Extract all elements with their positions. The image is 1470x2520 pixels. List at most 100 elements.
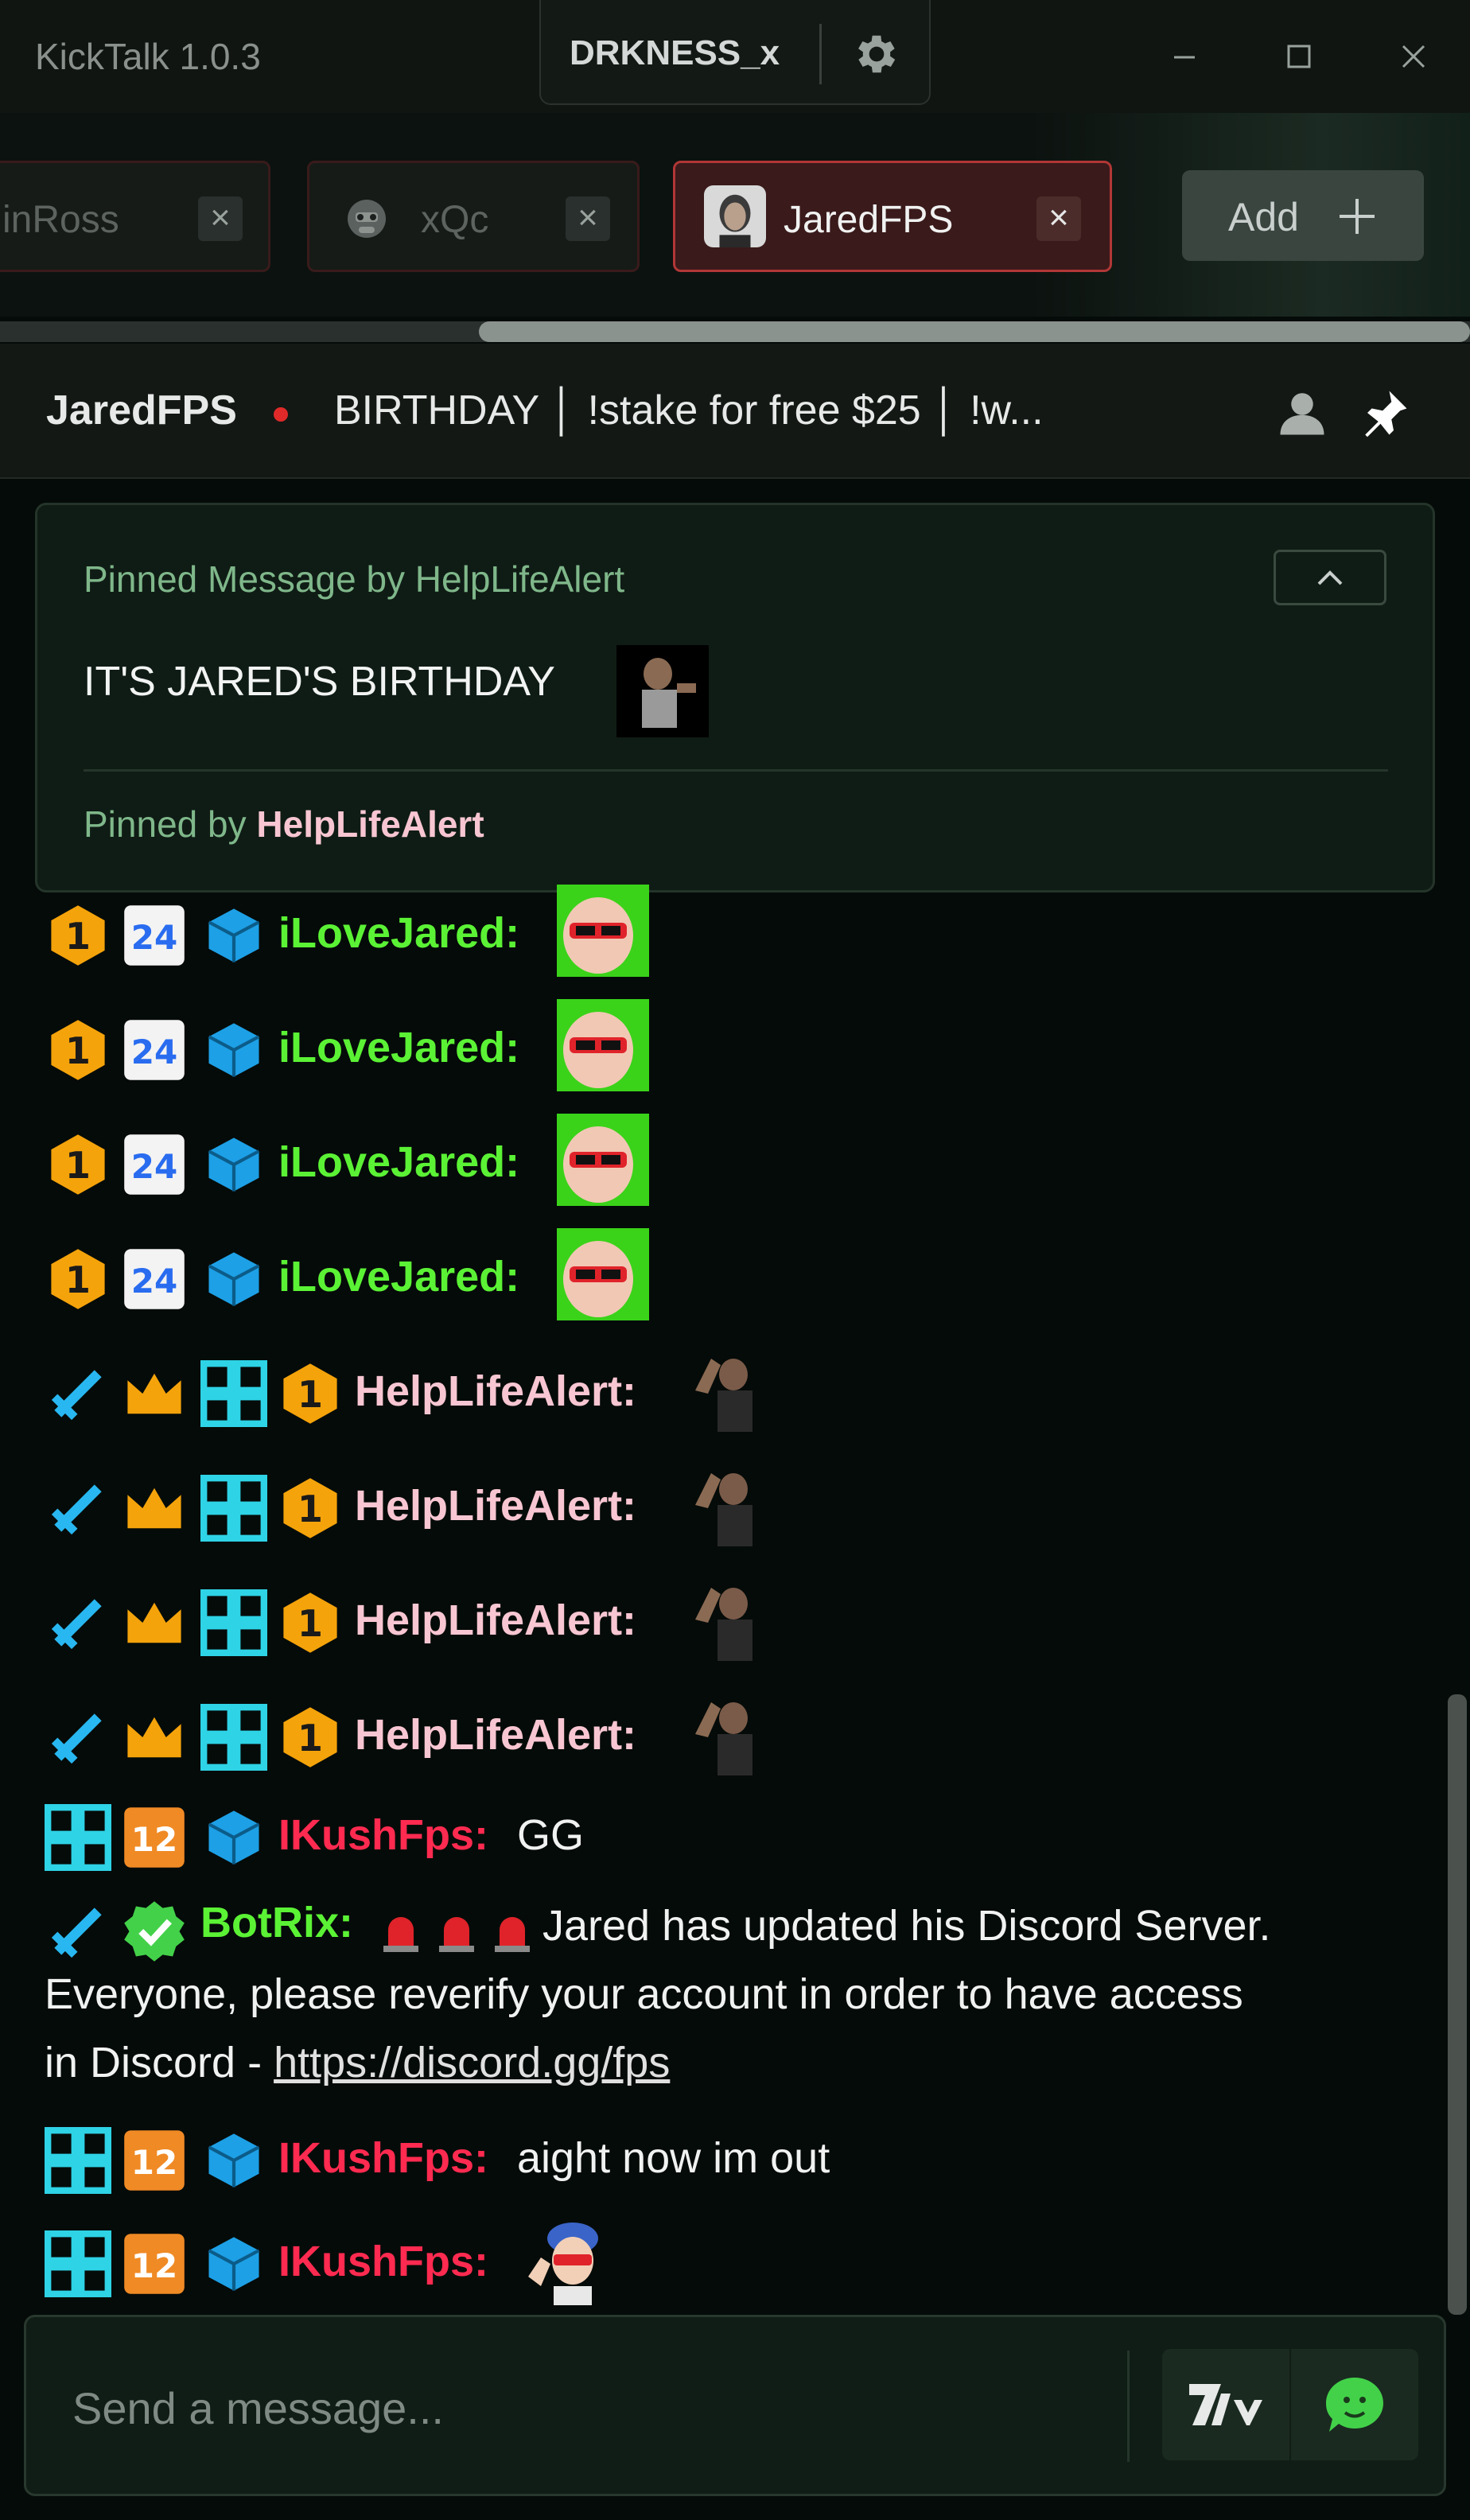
tab-close-icon[interactable]: × xyxy=(198,196,243,241)
sunglasses-baby-emote xyxy=(557,999,649,1091)
siren-icon xyxy=(495,1917,530,1952)
pinned-message: Pinned Message by HelpLifeAlert IT'S JAR… xyxy=(35,503,1435,892)
svg-text:12: 12 xyxy=(131,2143,177,2182)
channel-name: JaredFPS xyxy=(46,387,237,434)
tab-scroll-thumb[interactable] xyxy=(479,321,1470,342)
svg-text:1: 1 xyxy=(298,1717,323,1760)
chat-username[interactable]: HelpLifeAlert: xyxy=(355,1596,636,1645)
pinned-footer: Pinned by HelpLifeAlert xyxy=(84,803,484,846)
chat-username[interactable]: IKushFps: xyxy=(278,2237,488,2286)
sword-badge-icon xyxy=(51,1908,102,1958)
chevron-up-icon xyxy=(1317,570,1343,585)
svg-text:1: 1 xyxy=(298,1602,323,1645)
tab-inross[interactable]: inRoss × xyxy=(0,161,270,272)
pinned-footer-prefix: Pinned by xyxy=(84,803,247,845)
svg-text:1: 1 xyxy=(65,1258,91,1301)
discord-link[interactable]: https://discord.gg/fps xyxy=(274,2039,670,2086)
plus-icon xyxy=(1340,199,1375,234)
tab-jaredfps[interactable]: JaredFPS × xyxy=(673,161,1112,272)
flex-emote xyxy=(695,1359,752,1432)
pinned-footer-user[interactable]: HelpLifeAlert xyxy=(256,803,484,845)
chat-scrollbar[interactable] xyxy=(1448,1694,1467,2315)
crown-badge-icon xyxy=(127,1488,181,1529)
sub-1-badge-icon: 1 xyxy=(51,905,105,966)
24-months-badge-icon: 24 xyxy=(124,1134,185,1195)
app-title: KickTalk 1.0.3 xyxy=(35,36,261,77)
7tv-emote-button[interactable] xyxy=(1162,2349,1289,2460)
12-months-badge-icon: 12 xyxy=(124,2234,185,2294)
chat-text: aight now im out xyxy=(517,2134,830,2182)
og-badge-icon xyxy=(45,1804,111,1871)
svg-text:24: 24 xyxy=(131,1147,177,1186)
chat-text: Jared has updated his Discord Server. xyxy=(542,1902,1271,1950)
user-icon[interactable] xyxy=(1276,387,1328,439)
tab-xqc[interactable]: xQc × xyxy=(307,161,640,272)
tab-close-icon[interactable]: × xyxy=(1036,196,1081,241)
jaredfps-avatar-icon xyxy=(704,185,766,247)
account-username[interactable]: DRKNESS_x xyxy=(570,33,780,73)
sunglasses-baby-emote xyxy=(557,885,649,977)
cube-badge-icon xyxy=(208,1023,260,1077)
flex-emote xyxy=(695,1588,752,1661)
sword-badge-icon xyxy=(51,1484,102,1535)
chat-username[interactable]: iLoveJared: xyxy=(278,1252,519,1301)
chat-username[interactable]: IKushFps: xyxy=(278,1810,488,1860)
chat-username[interactable]: iLoveJared: xyxy=(278,908,519,958)
kick-emote-button[interactable] xyxy=(1291,2349,1418,2460)
og-badge-icon xyxy=(200,1589,267,1656)
maximize-icon[interactable] xyxy=(1271,29,1327,84)
cube-badge-icon xyxy=(208,2237,260,2291)
stream-title: BIRTHDAY │ !stake for free $25 │ !w... xyxy=(334,387,1044,434)
settings-gear-icon[interactable] xyxy=(851,29,902,80)
svg-text:12: 12 xyxy=(131,2246,177,2285)
svg-text:1: 1 xyxy=(65,1144,91,1187)
account-divider xyxy=(819,24,822,84)
tab-label: JaredFPS xyxy=(784,199,954,241)
kick-emote-icon xyxy=(1326,2378,1383,2432)
chat-username[interactable]: iLoveJared: xyxy=(278,1138,519,1187)
svg-text:12: 12 xyxy=(131,1820,177,1859)
12-months-badge-icon: 12 xyxy=(124,2130,185,2191)
chat-username[interactable]: HelpLifeAlert: xyxy=(355,1481,636,1530)
add-button-label: Add xyxy=(1228,195,1299,239)
chat-username[interactable]: HelpLifeAlert: xyxy=(355,1367,636,1416)
siren-icon xyxy=(383,1917,418,1952)
gorilla-avatar-icon xyxy=(348,200,386,238)
title-bar: KickTalk 1.0.3 DRKNESS_x xyxy=(0,0,1470,113)
og-badge-icon xyxy=(200,1475,267,1542)
siren-icon xyxy=(439,1917,474,1952)
account-box: DRKNESS_x xyxy=(539,0,931,105)
svg-text:24: 24 xyxy=(131,1032,177,1071)
minimize-icon[interactable] xyxy=(1157,29,1212,84)
chat-username[interactable]: iLoveJared: xyxy=(278,1023,519,1072)
12-months-badge-icon: 12 xyxy=(124,1807,185,1868)
message-composer: Send a message... xyxy=(24,2315,1446,2496)
crown-badge-icon xyxy=(127,1602,181,1643)
tab-label: inRoss xyxy=(2,199,119,241)
chat-username[interactable]: IKushFps: xyxy=(278,2133,488,2183)
pinned-divider xyxy=(84,769,1388,772)
live-indicator xyxy=(274,407,288,422)
tab-close-icon[interactable]: × xyxy=(566,196,610,241)
close-window-icon[interactable] xyxy=(1386,29,1441,84)
7tv-icon xyxy=(1189,2384,1262,2425)
chat-username[interactable]: HelpLifeAlert: xyxy=(355,1710,636,1760)
sunglasses-baby-emote xyxy=(557,1114,649,1206)
svg-text:24: 24 xyxy=(131,918,177,957)
pinned-collapse-button[interactable] xyxy=(1274,550,1386,605)
verified-badge-icon xyxy=(124,1901,185,1962)
og-badge-icon xyxy=(200,1360,267,1427)
pinned-text: IT'S JARED'S BIRTHDAY xyxy=(84,659,555,705)
add-channel-button[interactable]: Add xyxy=(1182,170,1424,261)
pin-icon[interactable] xyxy=(1359,387,1411,439)
crown-badge-icon xyxy=(127,1717,181,1758)
svg-text:1: 1 xyxy=(65,1029,91,1072)
composer-divider xyxy=(1127,2351,1130,2462)
24-months-badge-icon: 24 xyxy=(124,905,185,966)
24-months-badge-icon: 24 xyxy=(124,1020,185,1080)
message-input[interactable]: Send a message... xyxy=(72,2382,444,2434)
sub-1-badge-icon: 1 xyxy=(51,1134,105,1195)
chat-text-line: in Discord - https://discord.gg/fps xyxy=(45,2038,670,2087)
chat-username[interactable]: BotRix: xyxy=(200,1898,353,1947)
svg-text:24: 24 xyxy=(131,1262,177,1301)
